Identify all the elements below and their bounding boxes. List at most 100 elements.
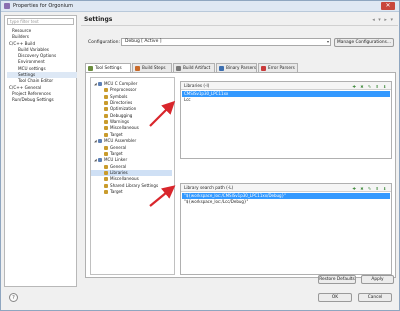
tool-tree: ◢ MCU C Compiler Preprocessor Symbols Direct…	[90, 77, 175, 275]
settings-icon	[104, 177, 108, 182]
tree-category[interactable]: ◢ MCU C Compiler	[91, 81, 172, 87]
tree-label: MCU Assembler	[104, 138, 137, 144]
settings-panel: Settings ◂ ▾ ▸ ▾ Configuration: Debug [ …	[81, 13, 398, 289]
tree-category[interactable]: ◢ MCU Linker	[91, 157, 172, 163]
libraries-header: Libraries (-l) ✚ ✖ ✎ ⬆ ⬇	[181, 82, 391, 90]
configuration-label: Configuration:	[88, 40, 121, 45]
nav-item-label: C/C++ General	[9, 84, 42, 90]
manage-configurations-button[interactable]: Manage Configurations...	[334, 38, 394, 47]
nav-item-label: Tool Chain Editor	[18, 78, 54, 84]
libraries-list: Libraries (-l) ✚ ✖ ✎ ⬆ ⬇ CMSISv1p30_LPC1…	[180, 81, 392, 159]
properties-window: Properties for Orgonium ✕ type filter te…	[0, 0, 400, 311]
settings-icon	[104, 132, 108, 137]
tool-settings-panel: ◢ MCU C Compiler Preprocessor Symbols Direct…	[85, 72, 396, 278]
tree-item[interactable]: Directories	[91, 100, 172, 106]
settings-icon	[104, 126, 108, 131]
tree-item[interactable]: Target	[91, 189, 172, 195]
settings-icon	[104, 164, 108, 169]
tree-item[interactable]: Target	[91, 132, 172, 138]
tree-label: Debugging	[110, 112, 133, 118]
configuration-select[interactable]: Debug [ Active ] ▾	[121, 38, 331, 46]
libraries-header-label: Libraries (-l)	[184, 83, 210, 88]
library-search-path-list: Library search path (-L) ✚ ✖ ✎ ⬆ ⬇ "${wo…	[180, 183, 392, 275]
list-actions-icon[interactable]: ✚ ✖ ✎ ⬆ ⬇	[353, 185, 388, 192]
settings-icon	[104, 145, 108, 150]
settings-icon	[104, 183, 108, 188]
restore-defaults-button[interactable]: Restore Defaults	[318, 275, 356, 284]
tree-item[interactable]: Optimization	[91, 106, 172, 112]
tab-bar: Tool Settings Build Steps Build Artifact Bi…	[85, 63, 396, 73]
navigation-arrows-icon[interactable]: ◂ ▾ ▸ ▾	[372, 17, 394, 23]
tree-item[interactable]: General	[91, 145, 172, 151]
list-actions-icon[interactable]: ✚ ✖ ✎ ⬆ ⬇	[353, 83, 388, 90]
tab[interactable]: Error Parsers	[258, 63, 298, 72]
list-item[interactable]: "${workspace_loc:/CMSISv1p30_LPC11xx/Deb…	[182, 193, 390, 199]
settings-icon	[104, 101, 108, 106]
nav-item-label: MCU settings	[18, 65, 46, 71]
divider	[81, 25, 398, 26]
apply-button[interactable]: Apply	[361, 275, 394, 284]
settings-icon	[104, 107, 108, 112]
tree-item[interactable]: Symbols	[91, 94, 172, 100]
tree-item[interactable]: Target	[91, 151, 172, 157]
tree-item[interactable]: Warnings	[91, 119, 172, 125]
tab-label: Tool Settings	[95, 65, 122, 70]
settings-icon	[104, 151, 108, 156]
cancel-button[interactable]: Cancel	[358, 293, 392, 302]
settings-icon	[104, 94, 108, 99]
tab-icon	[261, 66, 266, 71]
help-icon[interactable]: ?	[9, 293, 18, 302]
list-item[interactable]: CMSISv1p30_LPC11xx	[182, 91, 390, 97]
nav-item[interactable]: Run/Debug Settings	[7, 97, 77, 103]
tree-item[interactable]: Miscellaneous	[91, 125, 172, 131]
tool-icon	[98, 82, 102, 86]
tree-label: Target	[110, 188, 123, 194]
settings-icon	[104, 189, 108, 194]
title-bar: Properties for Orgonium ✕	[1, 1, 399, 12]
nav-item-label: Environment	[18, 59, 45, 65]
tree-label: Symbols	[110, 93, 128, 99]
app-icon	[4, 3, 10, 9]
nav-item-label: Run/Debug Settings	[12, 97, 54, 103]
ok-button[interactable]: OK	[318, 293, 352, 302]
nav-item-label: Project References	[12, 90, 51, 96]
chevron-down-icon: ▾	[326, 39, 329, 44]
tab-icon	[176, 66, 181, 71]
tree-label: General	[110, 163, 127, 169]
tree-label: Miscellaneous	[110, 176, 139, 182]
search-path-header: Library search path (-L) ✚ ✖ ✎ ⬆ ⬇	[181, 184, 391, 192]
tree-category[interactable]: ◢ MCU Assembler	[91, 138, 172, 144]
tree-item[interactable]: Preprocessor	[91, 87, 172, 93]
list-item[interactable]: "${workspace_loc:/Lcc/Debug}"	[182, 199, 390, 205]
filter-input[interactable]: type filter text	[7, 18, 74, 25]
tree-label: Target	[110, 131, 123, 137]
nav-item-label: Resource	[12, 28, 32, 33]
tree-item[interactable]: Shared Library Settings	[91, 183, 172, 189]
settings-icon	[104, 170, 108, 175]
tab-icon	[88, 66, 93, 71]
tab-label: Error Parsers	[268, 65, 295, 70]
tree-label: Directories	[110, 100, 133, 106]
settings-icon	[104, 113, 108, 118]
tree-label: Libraries	[110, 169, 128, 175]
tab-icon	[135, 66, 140, 71]
tree-label: Target	[110, 150, 123, 156]
tree-item[interactable]: Libraries	[91, 169, 172, 176]
close-icon[interactable]: ✕	[381, 2, 395, 10]
tab[interactable]: Binary Parsers	[216, 63, 257, 72]
list-item[interactable]: Lcc	[182, 97, 390, 103]
tree-item[interactable]: Debugging	[91, 113, 172, 119]
window-title: Properties for Orgonium	[13, 3, 74, 9]
tree-item[interactable]: Miscellaneous	[91, 176, 172, 182]
nav-list: Resource Builders C/C++ Build Build Variabl…	[7, 28, 77, 104]
tree-item[interactable]: General	[91, 164, 172, 170]
tree-label: MCU C Compiler	[104, 81, 138, 86]
tab[interactable]: Build Steps	[132, 63, 172, 72]
nav-item-label: Discovery Options	[18, 53, 57, 59]
nav-item-label: Build Variables	[18, 46, 49, 52]
tree-label: Optimization	[110, 106, 137, 112]
left-nav-panel: type filter text Resource Builders C/C++ B…	[4, 15, 77, 287]
tab-label: Binary Parsers	[226, 65, 257, 70]
tab[interactable]: Build Artifact	[173, 63, 215, 72]
configuration-value: Debug [ Active ]	[125, 39, 162, 44]
